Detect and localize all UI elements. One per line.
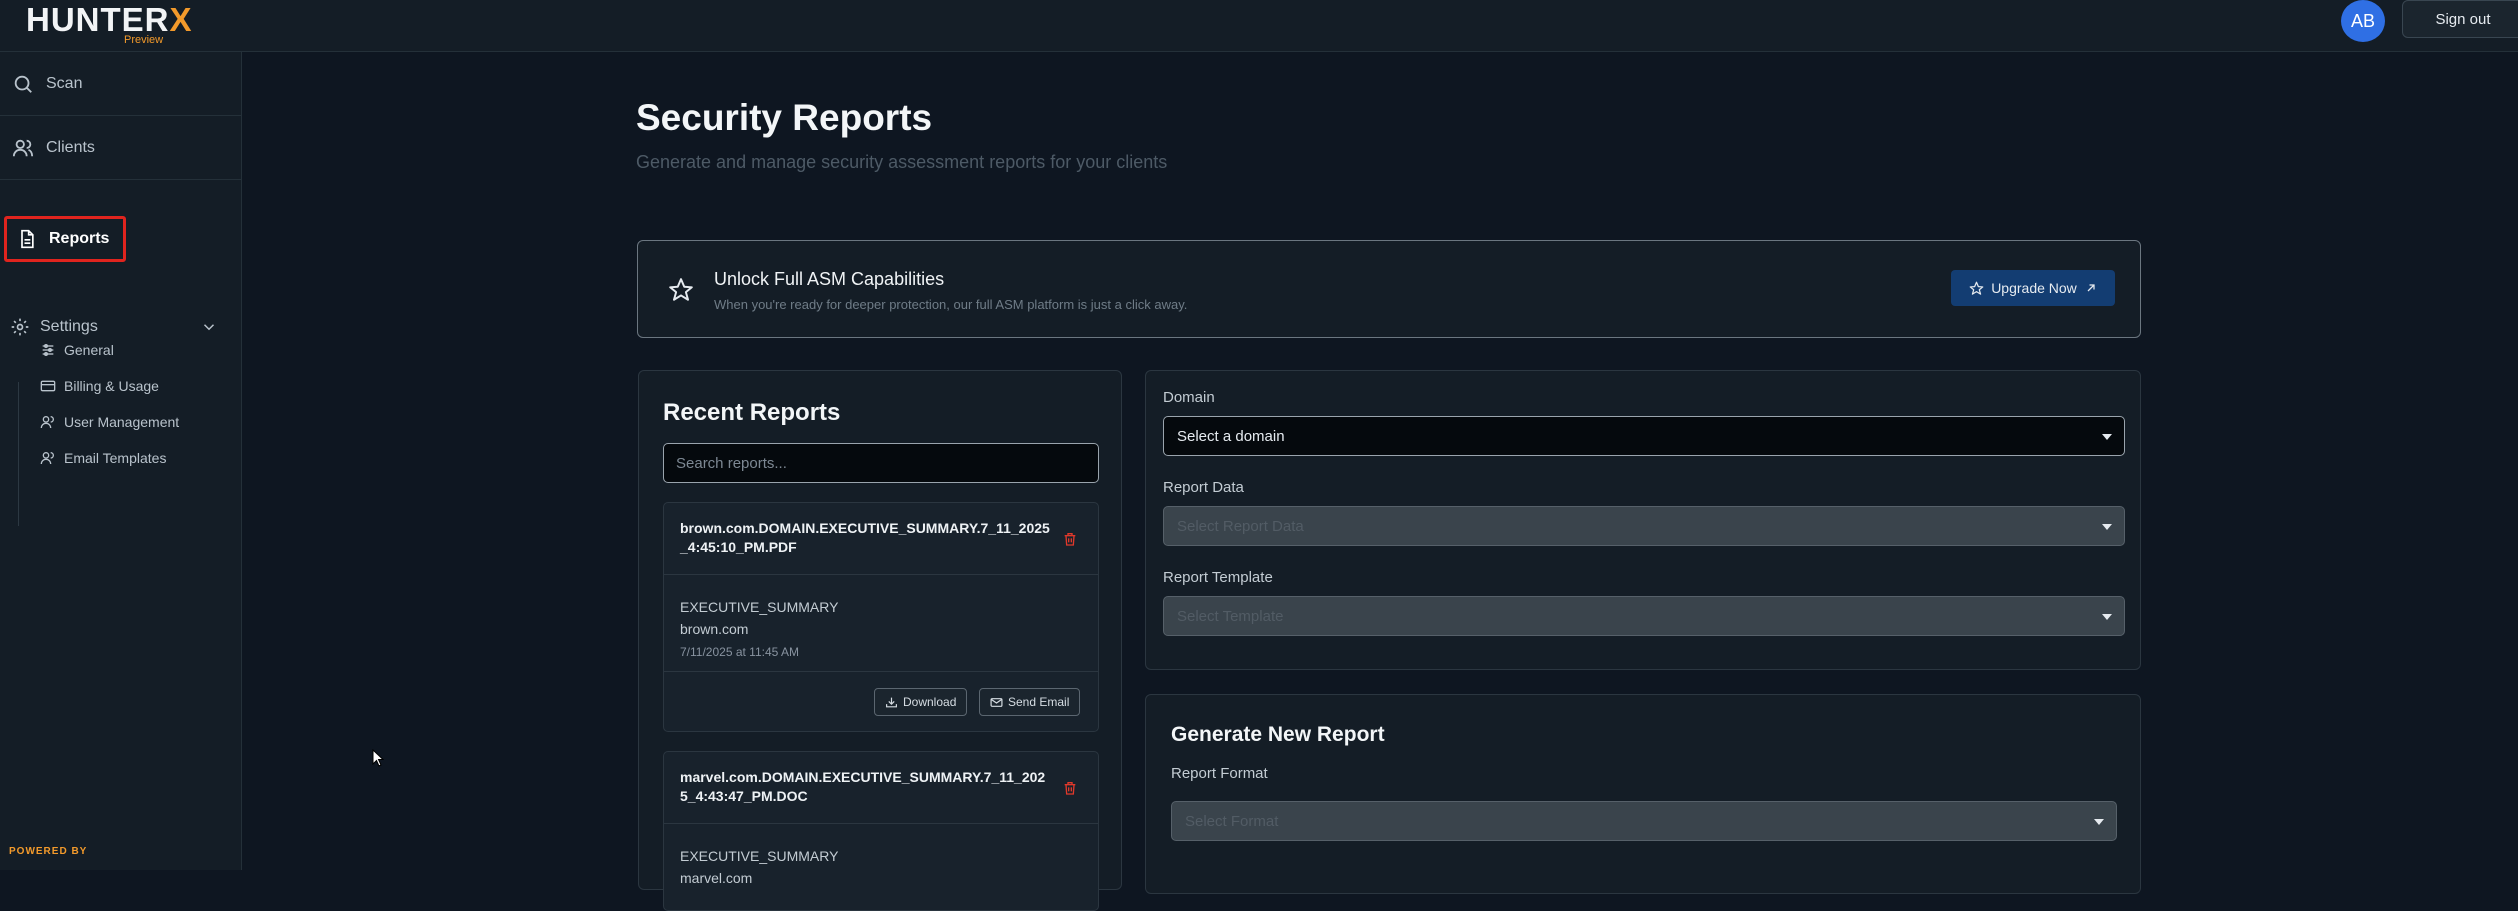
caret-down-icon xyxy=(2094,818,2104,826)
report-format-label: Report Format xyxy=(1171,765,1268,782)
upgrade-banner: Unlock Full ASM Capabilities When you're… xyxy=(637,240,2141,338)
star-icon xyxy=(1969,281,1984,296)
star-icon xyxy=(668,277,694,303)
report-domain: marvel.com xyxy=(680,870,753,886)
sidebar-item-label: Reports xyxy=(49,230,110,247)
sliders-icon xyxy=(40,342,56,358)
top-bar: HUNTERX Preview AB Sign out xyxy=(0,0,2518,52)
caret-down-icon xyxy=(2102,433,2112,441)
users-icon xyxy=(12,137,34,159)
domain-label: Domain xyxy=(1163,389,1215,406)
chevron-down-icon[interactable] xyxy=(200,318,218,336)
sidebar-subitem-billing[interactable]: Billing & Usage xyxy=(40,376,159,396)
report-date: 7/11/2025 at 11:45 AM xyxy=(680,645,799,659)
report-format-placeholder: Select Format xyxy=(1185,812,1279,830)
gear-icon xyxy=(10,317,30,337)
search-reports-input[interactable] xyxy=(663,443,1099,483)
sidebar-item-label: Settings xyxy=(40,318,98,335)
domain-select-value: Select a domain xyxy=(1177,427,1285,445)
logo-text: HUNTERX xyxy=(26,1,193,38)
caret-down-icon xyxy=(2102,523,2112,531)
logo[interactable]: HUNTERX Preview xyxy=(26,1,193,47)
send-email-label: Send Email xyxy=(1008,695,1070,709)
mouse-cursor-icon xyxy=(372,749,384,767)
sign-out-button[interactable]: Sign out xyxy=(2402,0,2518,38)
users-icon xyxy=(40,450,56,466)
report-type: EXECUTIVE_SUMMARY xyxy=(680,599,839,615)
sidebar-subitem-label: Billing & Usage xyxy=(64,378,159,394)
caret-down-icon xyxy=(2102,613,2112,621)
generate-report-title: Generate New Report xyxy=(1171,723,1385,746)
sidebar-item-label: Scan xyxy=(46,74,83,92)
report-card: marvel.com.DOMAIN.EXECUTIVE_SUMMARY.7_11… xyxy=(663,751,1099,911)
report-card-actions: Download Send Email xyxy=(664,671,1098,733)
upgrade-now-button[interactable]: Upgrade Now xyxy=(1951,270,2115,306)
sidebar-item-clients[interactable]: Clients xyxy=(0,116,242,180)
page-title: Security Reports xyxy=(636,97,933,138)
page-subtitle: Generate and manage security assessment … xyxy=(636,152,1168,172)
sidebar-subitem-user-management[interactable]: User Management xyxy=(40,412,179,432)
report-card-header: marvel.com.DOMAIN.EXECUTIVE_SUMMARY.7_11… xyxy=(664,752,1098,824)
report-format-select[interactable]: Select Format xyxy=(1171,801,2117,841)
report-template-label: Report Template xyxy=(1163,569,1273,586)
send-email-button[interactable]: Send Email xyxy=(979,688,1081,716)
settings-subnav-line xyxy=(18,382,19,526)
search-icon xyxy=(12,73,34,95)
generate-report-panel: Generate New Report Report Format Select… xyxy=(1145,694,2141,894)
avatar[interactable]: AB xyxy=(2341,0,2385,42)
sidebar-item-reports[interactable]: Reports xyxy=(4,216,126,262)
recent-reports-title: Recent Reports xyxy=(663,399,841,426)
domain-select[interactable]: Select a domain xyxy=(1163,416,2125,456)
powered-by-label: POWERED BY xyxy=(9,846,88,857)
report-data-label: Report Data xyxy=(1163,479,1244,496)
logo-subtitle: Preview xyxy=(124,34,164,46)
sidebar-item-scan[interactable]: Scan xyxy=(0,52,242,116)
report-file-name: brown.com.DOMAIN.EXECUTIVE_SUMMARY.7_11_… xyxy=(680,520,1050,555)
report-type: EXECUTIVE_SUMMARY xyxy=(680,848,839,864)
sidebar-subitem-label: General xyxy=(64,342,114,358)
report-template-placeholder: Select Template xyxy=(1177,607,1284,625)
download-button[interactable]: Download xyxy=(874,688,968,716)
trash-icon[interactable] xyxy=(1062,780,1078,796)
external-link-icon xyxy=(2085,282,2097,294)
sidebar-subitem-label: Email Templates xyxy=(64,450,167,466)
banner-title: Unlock Full ASM Capabilities xyxy=(714,269,945,289)
report-card-header: brown.com.DOMAIN.EXECUTIVE_SUMMARY.7_11_… xyxy=(664,503,1098,575)
sidebar-subitem-label: User Management xyxy=(64,414,180,430)
mail-icon xyxy=(990,696,1003,709)
report-template-select[interactable]: Select Template xyxy=(1163,596,2125,636)
report-card: brown.com.DOMAIN.EXECUTIVE_SUMMARY.7_11_… xyxy=(663,502,1099,732)
users-icon xyxy=(40,414,56,430)
report-domain: brown.com xyxy=(680,621,749,637)
report-data-placeholder: Select Report Data xyxy=(1177,517,1304,535)
download-icon xyxy=(885,696,898,709)
report-file-name: marvel.com.DOMAIN.EXECUTIVE_SUMMARY.7_11… xyxy=(680,769,1046,804)
sidebar: Scan Clients Reports Settings General Bi… xyxy=(0,52,242,870)
recent-reports-panel: Recent Reports brown.com.DOMAIN.EXECUTIV… xyxy=(638,370,1122,911)
sidebar-item-label: Clients xyxy=(46,138,95,156)
trash-icon[interactable] xyxy=(1062,531,1078,547)
report-data-select[interactable]: Select Report Data xyxy=(1163,506,2125,546)
banner-subtitle: When you're ready for deeper protection,… xyxy=(714,297,1188,312)
sidebar-subitem-email-templates[interactable]: Email Templates xyxy=(40,448,166,468)
sidebar-subitem-general[interactable]: General xyxy=(40,340,114,360)
report-config-panel: Domain Select a domain Report Data Selec… xyxy=(1145,370,2141,670)
sidebar-item-settings[interactable]: Settings xyxy=(0,304,242,350)
upgrade-now-label: Upgrade Now xyxy=(1991,280,2077,296)
download-label: Download xyxy=(903,695,957,709)
document-icon xyxy=(17,229,37,249)
credit-card-icon xyxy=(40,378,56,394)
